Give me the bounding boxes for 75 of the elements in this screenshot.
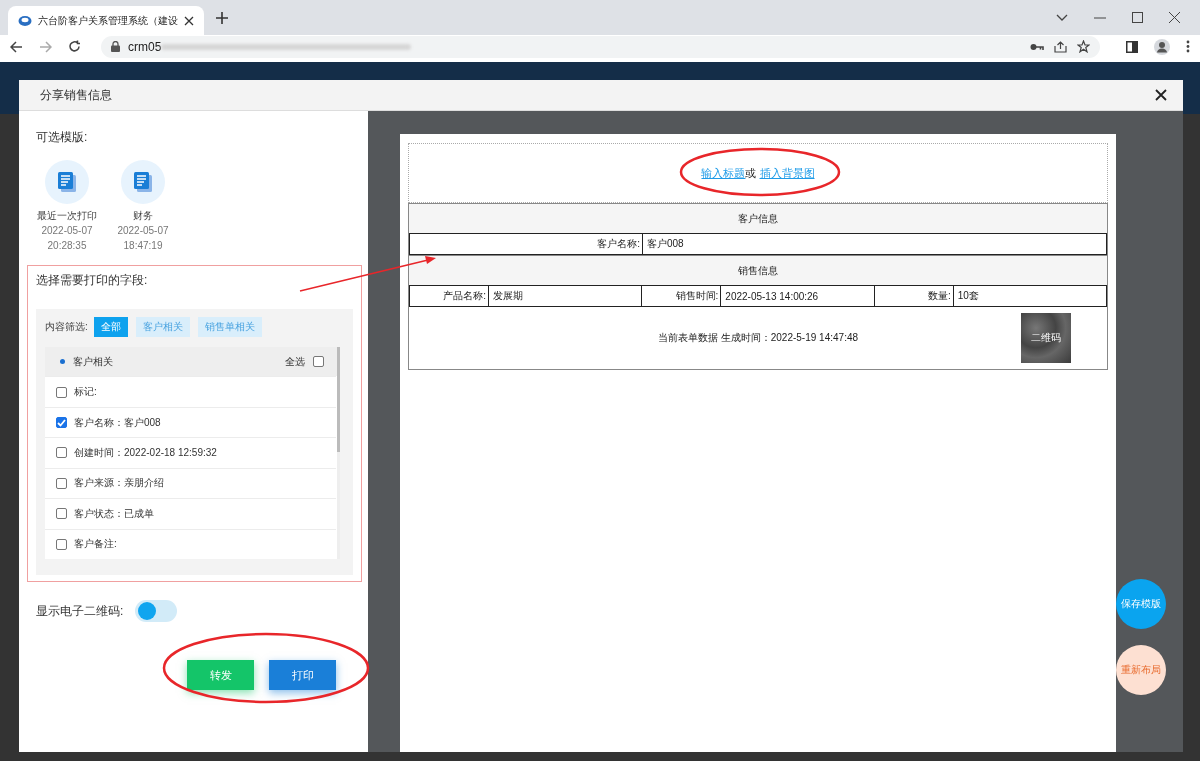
field-checkbox[interactable] — [56, 386, 67, 398]
qr-code: 二维码 — [1021, 313, 1071, 363]
dialog-title: 分享销售信息 — [40, 86, 112, 104]
template-button[interactable] — [121, 160, 165, 204]
sidebar-icon[interactable] — [1126, 40, 1138, 53]
template-time: 20:28:35 — [47, 239, 87, 253]
template-name: 最近一次打印 — [37, 209, 97, 223]
qr-toggle[interactable] — [135, 600, 178, 622]
field-checkbox[interactable] — [56, 477, 67, 489]
select-all-label: 全选 — [285, 354, 305, 369]
table-value-cell: 2022-05-13 14:00:26 — [721, 286, 875, 306]
template-date: 2022-05-07 — [117, 224, 169, 238]
filter-tab[interactable]: 销售单相关 — [197, 317, 262, 337]
template-time: 18:47:19 — [123, 239, 163, 253]
close-icon[interactable] — [1155, 89, 1167, 101]
field-checkbox[interactable] — [56, 538, 67, 550]
save-template-button[interactable]: 保存模版 — [1116, 579, 1166, 629]
field-checkbox[interactable] — [56, 417, 67, 429]
address-bar[interactable]: crm05 — [101, 35, 1100, 58]
back-icon[interactable] — [10, 40, 23, 53]
lock-icon — [111, 41, 120, 52]
template-name: 财务 — [133, 209, 153, 223]
background-link[interactable]: 插入背景图 — [759, 165, 815, 181]
close-icon[interactable] — [1169, 12, 1180, 23]
filter-label: 内容筛选: — [45, 320, 88, 334]
table-label-cell: 客户名称: — [410, 234, 643, 254]
share-icon[interactable] — [1054, 40, 1067, 53]
scrollbar[interactable] — [337, 347, 340, 559]
tab-title: 六台阶客户关系管理系统（建设 — [38, 13, 178, 28]
table-label-cell: 产品名称: — [410, 286, 489, 306]
or-text: 或 — [745, 165, 757, 181]
star-icon[interactable] — [1077, 40, 1090, 53]
template-button[interactable] — [45, 160, 89, 204]
field-checkbox[interactable] — [56, 447, 67, 459]
more-icon[interactable] — [1186, 40, 1190, 53]
qr-toggle-label: 显示电子二维码: — [36, 602, 124, 620]
chevron-down-icon[interactable] — [1056, 13, 1068, 22]
reload-icon[interactable] — [68, 40, 81, 53]
browser-tab[interactable]: 六台阶客户关系管理系统（建设 — [8, 6, 204, 35]
filter-tab[interactable]: 全部 — [93, 317, 128, 337]
document-icon — [134, 172, 152, 192]
title-link[interactable]: 输入标题 — [701, 165, 746, 181]
relayout-button[interactable]: 重新布局 — [1116, 645, 1166, 695]
section-heading: 销售信息 — [409, 255, 1107, 285]
bullet-icon — [60, 359, 65, 365]
table-label-cell: 数量: — [874, 286, 954, 306]
select-all-checkbox[interactable] — [313, 356, 324, 368]
filter-tab[interactable]: 客户相关 — [135, 317, 190, 337]
table-value-cell-text: 客户008 — [646, 237, 685, 251]
forward-button[interactable]: 转发 — [187, 660, 254, 690]
table-value-cell-text: 10套 — [956, 289, 980, 303]
template-date: 2022-05-07 — [41, 224, 93, 238]
footer-text: 当前表单数据 生成时间：2022-5-19 14:47:48 — [657, 331, 859, 345]
section-heading: 客户信息 — [409, 203, 1107, 233]
field-label: 客户名称：客户008 — [74, 415, 161, 430]
document-icon — [58, 172, 76, 192]
close-icon[interactable] — [184, 15, 194, 26]
fields-title: 选择需要打印的字段: — [36, 272, 149, 289]
table-value-cell: 发展期 — [489, 286, 643, 306]
field-label: 创建时间：2022-02-18 12:59:32 — [74, 445, 217, 460]
key-icon[interactable] — [1030, 42, 1044, 51]
field-checkbox[interactable] — [56, 508, 67, 520]
group-label: 客户相关 — [73, 354, 113, 369]
profile-icon[interactable] — [1154, 38, 1170, 55]
field-label: 客户状态：已成单 — [74, 506, 154, 521]
print-button[interactable]: 打印 — [269, 660, 336, 690]
app-logo-icon — [18, 13, 32, 28]
table-label-cell: 销售时间: — [642, 286, 722, 306]
field-label: 标记: — [74, 385, 97, 400]
field-label: 客户备注: — [74, 537, 117, 552]
new-tab-icon[interactable] — [216, 11, 228, 24]
maximize-icon[interactable] — [1132, 12, 1143, 23]
field-label: 客户来源：亲朋介绍 — [74, 476, 164, 491]
url-text: crm05 — [128, 39, 162, 54]
templates-label: 可选模版: — [36, 129, 89, 146]
